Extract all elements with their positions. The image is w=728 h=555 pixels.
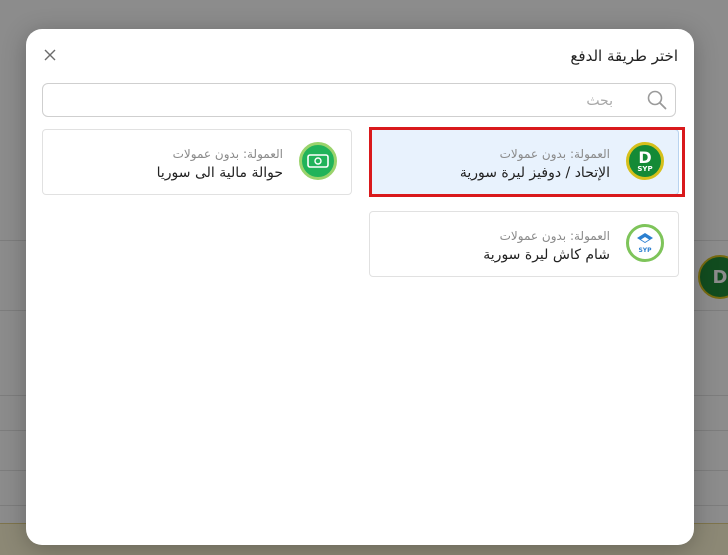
modal-title: اختر طريقة الدفع bbox=[570, 47, 678, 65]
doviz-logo-icon: D SYP bbox=[626, 142, 664, 180]
logo-currency: SYP bbox=[637, 164, 653, 173]
commission-label: العمولة: بدون عمولات bbox=[499, 147, 610, 161]
close-button[interactable] bbox=[40, 45, 60, 65]
commission-label: العمولة: بدون عمولات bbox=[172, 147, 283, 161]
close-icon bbox=[44, 49, 56, 61]
banknote-icon bbox=[307, 154, 329, 168]
commission-label: العمولة: بدون عمولات bbox=[499, 229, 610, 243]
payment-method-card[interactable]: D SYP العمولة: بدون عمولات الإتحاد / دوف… bbox=[369, 129, 679, 195]
method-name: حوالة مالية الى سوريا bbox=[156, 165, 283, 181]
sham-cash-mark-icon bbox=[637, 233, 653, 243]
payment-method-card[interactable]: العمولة: بدون عمولات حوالة مالية الى سور… bbox=[42, 129, 352, 195]
logo-letter: D bbox=[638, 147, 652, 167]
payment-method-card[interactable]: SYP العمولة: بدون عمولات شام كاش ليرة سو… bbox=[369, 211, 679, 277]
logo-currency: SYP bbox=[638, 247, 652, 254]
search-input[interactable] bbox=[51, 84, 615, 118]
payment-method-modal: اختر طريقة الدفع D SYP العمولة: بدون عمو… bbox=[26, 29, 694, 545]
search-icon bbox=[647, 90, 667, 110]
method-name: الإتحاد / دوفيز ليرة سورية bbox=[459, 165, 610, 181]
sham-cash-logo-icon: SYP bbox=[626, 224, 664, 262]
search-box bbox=[42, 83, 676, 118]
money-transfer-logo-icon bbox=[299, 142, 337, 180]
method-name: شام كاش ليرة سورية bbox=[483, 247, 610, 263]
